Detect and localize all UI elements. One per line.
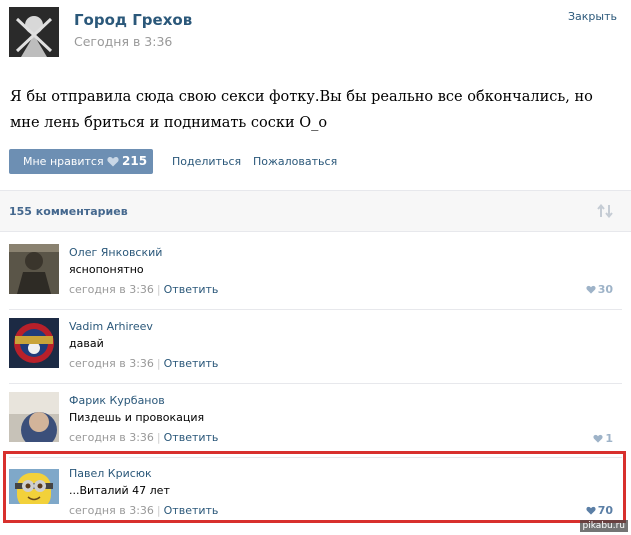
comment-like-count: 1 (605, 432, 613, 445)
group-avatar[interactable] (9, 7, 59, 57)
comment-like-count: 30 (597, 283, 613, 296)
highlight-frame (3, 451, 626, 523)
comment-avatar[interactable] (9, 392, 59, 442)
comment-avatar[interactable] (9, 244, 59, 294)
post-header: Город Грехов Сегодня в 3:36 Закрыть (0, 0, 631, 64)
comment-item: Олег Янковский яснопонятно сегодня в 3:3… (0, 236, 631, 310)
comment-item: Фарик Курбанов Пиздешь и провокация сего… (0, 384, 631, 458)
meta-separator: | (156, 283, 161, 296)
meta-separator: | (156, 431, 161, 444)
post-time[interactable]: Сегодня в 3:36 (74, 34, 172, 49)
comment-time[interactable]: сегодня в 3:36 (69, 283, 154, 296)
reply-link[interactable]: Ответить (164, 431, 219, 444)
share-link[interactable]: Поделиться (172, 155, 241, 168)
comment-meta: сегодня в 3:36 | Ответить (69, 431, 218, 444)
comment-text: Пиздешь и провокация (69, 411, 205, 424)
comments-header: 155 комментариев (0, 190, 631, 232)
close-button[interactable]: Закрыть (568, 10, 617, 23)
comment-author[interactable]: Фарик Курбанов (69, 394, 165, 407)
like-button[interactable]: Мне нравится 215 (9, 149, 153, 174)
watermark: pikabu.ru (579, 520, 628, 532)
reply-link[interactable]: Ответить (164, 357, 219, 370)
comment-item: Vadim Arhireev давай сегодня в 3:36 | Отве… (0, 310, 631, 384)
comment-like[interactable]: 1 (593, 432, 613, 445)
sort-icon[interactable] (597, 204, 613, 218)
like-button-label: Мне нравится (23, 155, 104, 168)
post-text: Я бы отправила сюда свою секси фотку.Вы … (10, 89, 593, 131)
comments-count[interactable]: 155 комментариев (9, 205, 128, 218)
heart-icon (593, 434, 603, 443)
heart-icon (107, 157, 119, 167)
meta-separator: | (156, 357, 161, 370)
comment-text: яснопонятно (69, 263, 144, 276)
comment-author[interactable]: Олег Янковский (69, 246, 162, 259)
comment-text: давай (69, 337, 104, 350)
group-name[interactable]: Город Грехов (74, 11, 192, 29)
like-count: 215 (122, 154, 148, 168)
comment-time[interactable]: сегодня в 3:36 (69, 357, 154, 370)
comment-meta: сегодня в 3:36 | Ответить (69, 283, 218, 296)
reply-link[interactable]: Ответить (164, 283, 219, 296)
heart-icon (586, 285, 596, 294)
comment-like[interactable]: 30 (586, 283, 613, 296)
comment-author[interactable]: Vadim Arhireev (69, 320, 153, 333)
comment-meta: сегодня в 3:36 | Ответить (69, 357, 218, 370)
comment-avatar[interactable] (9, 318, 59, 368)
comment-time[interactable]: сегодня в 3:36 (69, 431, 154, 444)
report-link[interactable]: Пожаловаться (253, 155, 337, 168)
